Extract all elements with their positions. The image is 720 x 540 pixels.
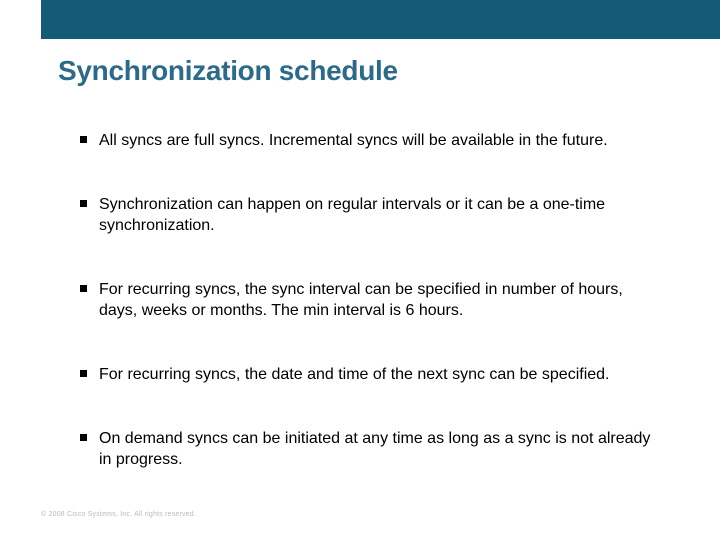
bullet-text: All syncs are full syncs. Incremental sy… [99,130,660,152]
bullet-list: All syncs are full syncs. Incremental sy… [80,130,660,513]
list-item: For recurring syncs, the date and time o… [80,364,660,386]
bullet-icon [80,200,87,207]
list-item: Synchronization can happen on regular in… [80,194,660,237]
list-item: On demand syncs can be initiated at any … [80,428,660,471]
slide: Synchronization schedule All syncs are f… [0,0,720,540]
bullet-text: For recurring syncs, the date and time o… [99,364,660,386]
slide-title: Synchronization schedule [58,55,398,87]
bullet-text: On demand syncs can be initiated at any … [99,428,660,471]
bullet-icon [80,136,87,143]
bullet-icon [80,370,87,377]
bullet-text: Synchronization can happen on regular in… [99,194,660,237]
header-bar [41,0,720,39]
bullet-text: For recurring syncs, the sync interval c… [99,279,660,322]
bullet-icon [80,285,87,292]
list-item: All syncs are full syncs. Incremental sy… [80,130,660,152]
bullet-icon [80,434,87,441]
list-item: For recurring syncs, the sync interval c… [80,279,660,322]
copyright-footer: © 2008 Cisco Systems, Inc. All rights re… [41,511,196,518]
